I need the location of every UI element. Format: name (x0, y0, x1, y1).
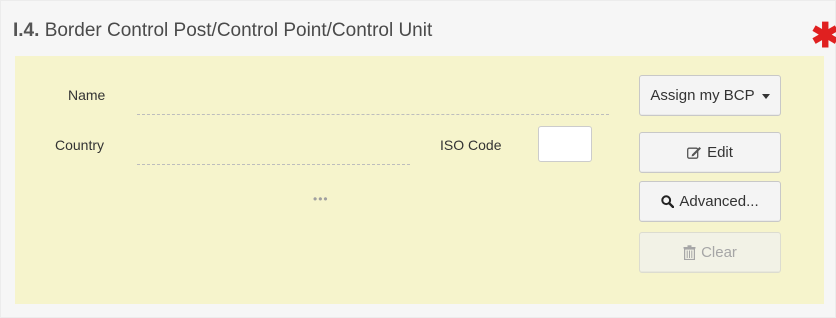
name-label: Name (68, 87, 106, 103)
more-options-indicator[interactable]: ••• (313, 192, 329, 206)
country-label: Country (55, 137, 105, 153)
required-asterisk-icon: ✱ (811, 17, 836, 55)
bcp-section-panel: I.4. Border Control Post/Control Point/C… (0, 0, 836, 318)
assign-my-bcp-button[interactable]: Assign my BCP (639, 75, 781, 116)
clear-button-label: Clear (701, 244, 737, 261)
section-title: Border Control Post/Control Point/Contro… (44, 20, 433, 41)
edit-button-label: Edit (707, 144, 733, 161)
advanced-search-button[interactable]: Advanced... (639, 181, 781, 222)
advanced-button-label: Advanced... (679, 193, 759, 210)
iso-code-field[interactable] (538, 126, 592, 162)
clear-button[interactable]: Clear (639, 232, 781, 273)
name-field[interactable] (137, 94, 609, 115)
iso-code-label: ISO Code (440, 137, 502, 153)
country-field[interactable] (137, 144, 410, 165)
edit-button[interactable]: Edit (639, 132, 781, 173)
bcp-form-area: Name Country ISO Code ••• Assign my BCP … (15, 56, 824, 304)
section-number: I.4. (13, 20, 40, 41)
search-icon (661, 195, 675, 208)
assign-button-label: Assign my BCP (650, 87, 755, 104)
trash-icon (683, 245, 696, 260)
section-header: I.4. Border Control Post/Control Point/C… (13, 19, 432, 43)
edit-icon (687, 146, 702, 159)
caret-down-icon (761, 94, 770, 99)
